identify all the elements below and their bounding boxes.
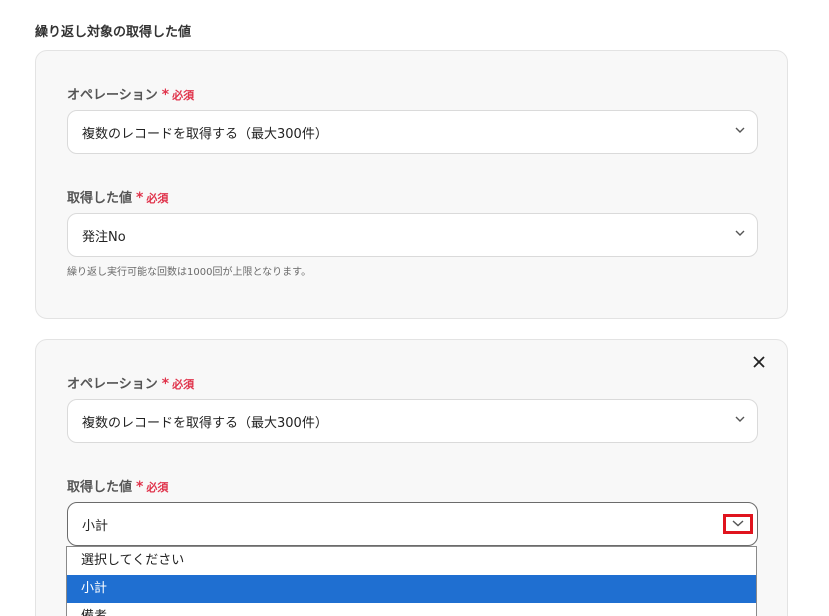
page: 繰り返し対象の取得した値 オペレーション * 必須 複数のレコードを取得する（最… <box>0 0 829 616</box>
operation-select[interactable]: 複数のレコードを取得する（最大300件） <box>67 399 758 443</box>
required-text: 必須 <box>172 378 195 391</box>
required-text: 必須 <box>146 192 169 205</box>
close-icon <box>753 353 765 372</box>
value-select[interactable]: 発注No <box>67 213 758 257</box>
close-button[interactable] <box>751 354 767 370</box>
operation-select[interactable]: 複数のレコードを取得する（最大300件） <box>67 110 758 154</box>
required-text: 必須 <box>146 481 169 494</box>
chevron-down-icon <box>735 414 745 424</box>
value-label: 取得した値 * 必須 <box>67 476 168 495</box>
required-star: * <box>161 87 170 103</box>
value-dropdown-list: 選択してください 小計 備考 <box>66 546 757 616</box>
chevron-down-icon <box>735 125 745 135</box>
value-label: 取得した値 * 必須 <box>67 187 168 206</box>
section-title: 繰り返し対象の取得した値 <box>35 25 192 40</box>
required-star: * <box>136 479 144 495</box>
loop-limit-hint: 繰り返し実行可能な回数は1000回が上限となります。 <box>67 267 312 278</box>
value-select-value: 小計 <box>82 518 109 534</box>
dropdown-option[interactable]: 備考 <box>67 603 756 616</box>
operation-label-text: オペレーション <box>67 377 158 392</box>
operation-select-value: 複数のレコードを取得する（最大300件） <box>82 415 328 431</box>
dropdown-option-placeholder[interactable]: 選択してください <box>67 547 756 575</box>
required-text: 必須 <box>172 89 195 102</box>
operation-label-text: オペレーション <box>67 88 158 103</box>
value-label-text: 取得した値 <box>67 480 133 495</box>
value-label-text: 取得した値 <box>67 191 133 206</box>
operation-label: オペレーション * 必須 <box>67 373 194 392</box>
required-star: * <box>161 376 170 392</box>
dropdown-option-selected[interactable]: 小計 <box>67 575 756 603</box>
value-select-open[interactable]: 小計 <box>67 502 758 546</box>
value-select-value: 発注No <box>82 229 126 245</box>
chevron-down-icon <box>735 228 745 238</box>
chevron-down-icon <box>732 517 744 532</box>
loop-target-card-1: オペレーション * 必須 複数のレコードを取得する（最大300件） 取得した値 … <box>35 50 788 319</box>
operation-select-value: 複数のレコードを取得する（最大300件） <box>82 126 328 142</box>
required-star: * <box>136 190 144 206</box>
operation-label: オペレーション * 必須 <box>67 84 194 103</box>
dropdown-toggle-highlight[interactable] <box>723 514 753 534</box>
